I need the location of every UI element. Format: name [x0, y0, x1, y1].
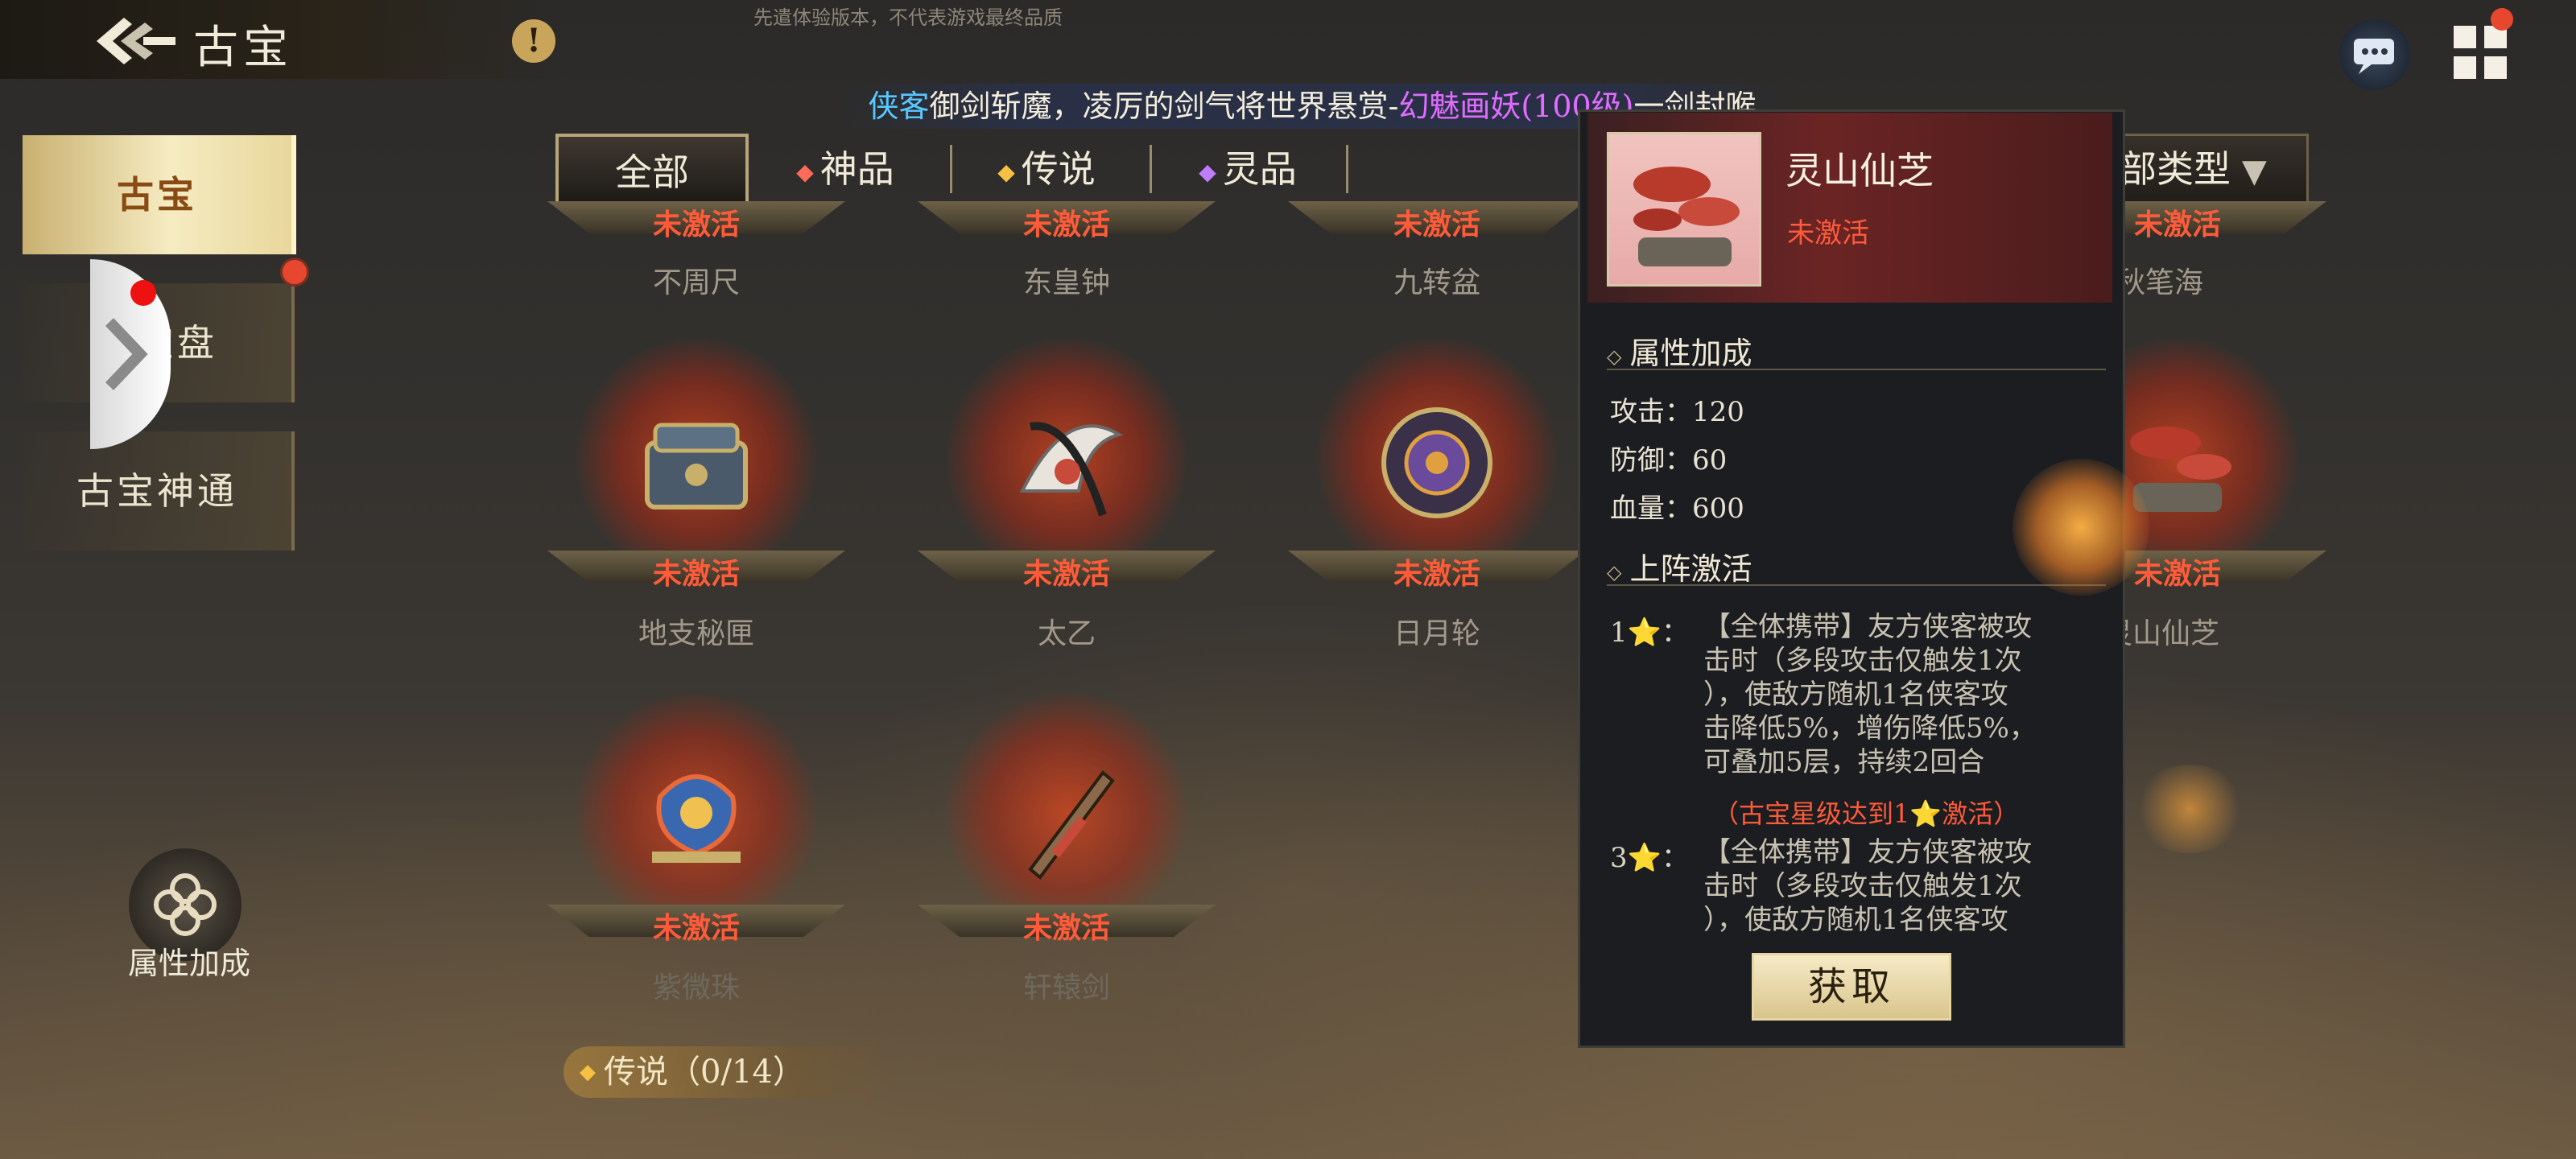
- skill-line: 【全体携带】友方侠客被攻: [1703, 611, 2032, 643]
- taiji-fan-icon: [1019, 422, 1124, 517]
- item-status: 未激活: [1393, 557, 1480, 591]
- obtain-button[interactable]: 获取: [1752, 953, 1951, 1021]
- info-icon[interactable]: !: [512, 19, 555, 63]
- fire-effect: [2013, 459, 2149, 596]
- skill-star-level: 3⭐：: [1610, 842, 1689, 874]
- build-watermark: 先遣体验版本，不代表游戏最终品质: [753, 6, 1063, 29]
- back-arrow-icon[interactable]: [97, 14, 177, 68]
- notification-dot: [2491, 8, 2513, 31]
- tab-label: 灵品: [1222, 147, 1297, 191]
- stat-hp: 血量：600: [1610, 493, 1744, 525]
- item-name: 轩辕剑: [1022, 971, 1110, 1004]
- broadcast-text: 御剑斩魔，凌厉的剑气将世界悬赏-: [929, 89, 1399, 124]
- sword-icon: [1028, 770, 1115, 880]
- section-legend-label: 传说（0/14）: [604, 1054, 805, 1091]
- item-name: 紫微珠: [652, 971, 740, 1004]
- fire-effect: [2133, 765, 2246, 853]
- diamond-icon: ◆: [580, 1060, 596, 1084]
- diamond-outline-icon: ◇: [1607, 344, 1622, 368]
- item-card[interactable]: 未激活 紫微珠: [547, 692, 845, 1006]
- triangle-down-icon: ▼: [2242, 153, 2267, 190]
- sidebar-item-gubao[interactable]: 古宝: [23, 135, 296, 254]
- attribute-bonus-label: 属性加成: [127, 946, 250, 981]
- item-card[interactable]: 未激活 不周尺: [547, 201, 845, 299]
- tab-all[interactable]: 全部: [555, 134, 749, 204]
- detail-thumbnail: [1607, 132, 1761, 287]
- stat-attack: 攻击：120: [1610, 396, 1744, 428]
- item-status: 未激活: [652, 557, 740, 591]
- chat-icon[interactable]: [2339, 19, 2410, 90]
- menu-grid-icon[interactable]: [2450, 23, 2510, 82]
- lingzhi-mushroom-icon: [1633, 167, 1740, 266]
- diamond-icon: ◆: [997, 159, 1015, 185]
- sidebar-collapse-handle[interactable]: [90, 259, 171, 449]
- notification-dot: [130, 280, 156, 306]
- tab-shenpin[interactable]: ◆ 神品: [757, 134, 934, 204]
- detail-item-name: 灵山仙芝: [1785, 149, 1934, 192]
- item-status: 未激活: [1022, 208, 1110, 241]
- skill-section-title: 上阵激活: [1629, 551, 1752, 587]
- diamond-icon: ◆: [796, 159, 814, 185]
- detail-item-status: 未激活: [1787, 217, 1869, 250]
- skill-line: 击降低5%，增伤降低5%，: [1703, 712, 2037, 744]
- item-status: 未激活: [652, 208, 740, 241]
- stat-defense: 防御：60: [1610, 444, 1728, 476]
- sun-moon-wheel-icon: [1381, 407, 1492, 518]
- notification-dot: [280, 258, 309, 287]
- skill-condition: （古宝星级达到1⭐激活）: [1713, 798, 2020, 829]
- tab-label: 神品: [819, 147, 894, 191]
- attr-section-title: 属性加成: [1629, 336, 1752, 371]
- item-name: 九转盆: [1393, 266, 1480, 299]
- tab-divider: [950, 145, 952, 193]
- diamond-icon: ◆: [1199, 159, 1216, 185]
- chest-icon: [645, 423, 748, 509]
- broadcast-hero: 侠客: [868, 89, 930, 124]
- tab-divider: [1150, 145, 1152, 193]
- tab-lingpin[interactable]: ◆ 灵品: [1159, 134, 1336, 204]
- item-status: 未激活: [652, 911, 740, 945]
- item-name: 不周尺: [652, 266, 740, 299]
- item-card[interactable]: 未激活 轩辕剑: [918, 692, 1216, 1006]
- skill-description: 【全体携带】友方侠客被攻 击时（多段攻击仅触发1次 ），使敌方随机1名侠客攻 击…: [1703, 610, 2098, 779]
- item-name: 日月轮: [1393, 617, 1480, 650]
- type-dropdown-label: 部类型: [2120, 147, 2231, 191]
- skill-line: 可叠加5层，持续2回合: [1703, 746, 1985, 778]
- item-status: 未激活: [1022, 911, 1110, 945]
- skill-description: 【全体携带】友方侠客被攻 击时（多段攻击仅触发1次 ），使敌方随机1名侠客攻: [1703, 835, 2098, 937]
- item-name: 东皇钟: [1022, 266, 1110, 299]
- skill-line: 【全体携带】友方侠客被攻: [1703, 836, 2032, 868]
- item-name: 太乙: [1037, 617, 1096, 650]
- tab-chuanshuo[interactable]: ◆ 传说: [958, 134, 1135, 204]
- type-dropdown[interactable]: 部类型 ▼: [2093, 134, 2309, 204]
- skill-line: ），使敌方随机1名侠客攻: [1703, 904, 2008, 936]
- skill-line: 击时（多段攻击仅触发1次: [1703, 645, 2022, 677]
- item-card[interactable]: 未激活 太乙: [918, 338, 1216, 652]
- item-card[interactable]: 未激活 九转盆: [1288, 201, 1586, 299]
- item-status: 未激活: [1022, 557, 1110, 591]
- page-title: 古宝: [193, 22, 293, 74]
- item-name: 地支秘匣: [638, 617, 754, 650]
- section-legend-legendary: ◆ 传说（0/14）: [564, 1046, 894, 1098]
- item-card[interactable]: 未激活 日月轮: [1288, 338, 1586, 652]
- rarity-filter-bar: 全部 ◆ 神品 ◆ 传说 ◆ 灵品: [555, 134, 1401, 204]
- pearl-icon: [652, 774, 741, 863]
- skill-line: ），使敌方随机1名侠客攻: [1703, 678, 2008, 711]
- item-status: 未激活: [1393, 208, 1480, 241]
- sidebar-item-gubao-shentong[interactable]: 古宝神通: [23, 431, 295, 551]
- tab-divider: [1346, 145, 1348, 193]
- item-card[interactable]: 未激活 东皇钟: [918, 201, 1216, 299]
- skill-line: 击时（多段攻击仅触发1次: [1703, 870, 2022, 902]
- attr-section-header: ◇ 属性加成: [1607, 328, 2106, 371]
- skill-star-level: 1⭐：: [1610, 617, 1689, 649]
- item-card[interactable]: 未激活 地支秘匣: [547, 338, 845, 652]
- diamond-outline-icon: ◇: [1607, 560, 1622, 584]
- tab-label: 传说: [1021, 147, 1096, 191]
